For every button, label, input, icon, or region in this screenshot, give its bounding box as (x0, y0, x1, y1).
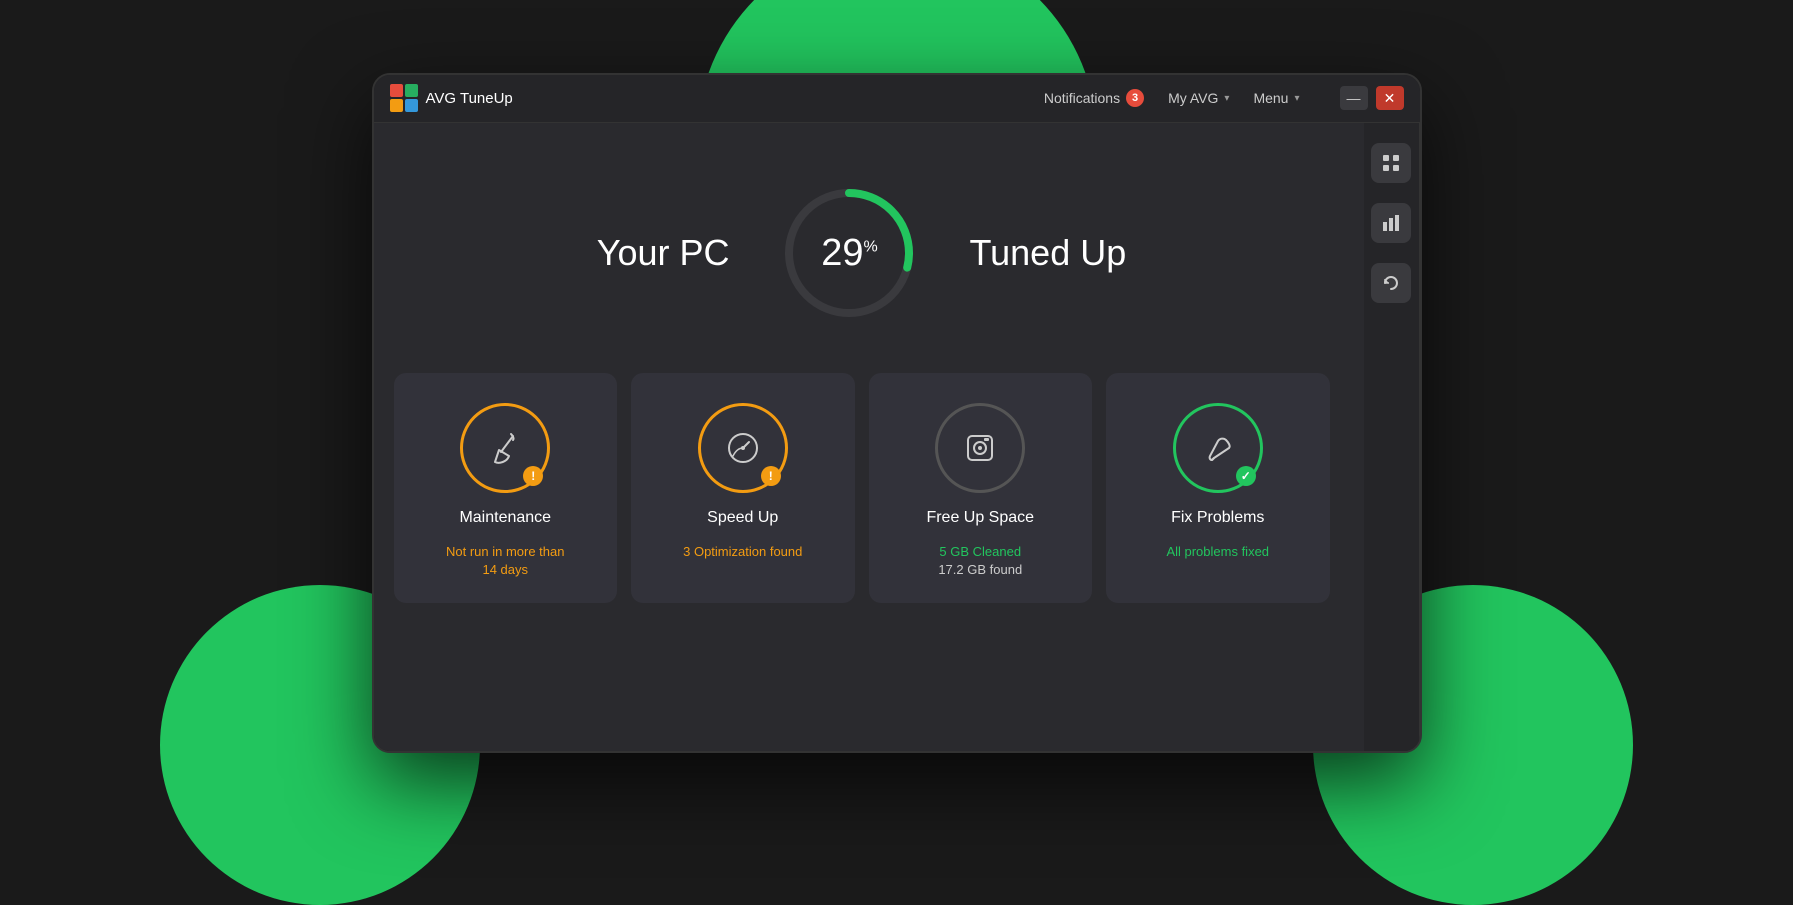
avg-logo-icon (390, 84, 418, 112)
menu-chevron: ▾ (1294, 93, 1299, 104)
window-controls: — ✕ (1340, 86, 1404, 110)
speedometer-icon (723, 428, 763, 468)
hero-left-text: Your PC (597, 232, 730, 274)
free-space-title: Free Up Space (926, 509, 1034, 527)
sidebar-refresh-button[interactable] (1371, 263, 1411, 303)
gauge-percent-value: 29% (821, 234, 878, 272)
my-avg-label: My AVG (1168, 90, 1218, 106)
notifications-button[interactable]: Notifications 3 (1044, 89, 1144, 107)
free-space-icon-circle (935, 403, 1025, 493)
fix-problems-success-dot: ✓ (1236, 466, 1256, 486)
gauge-inner: 29% (769, 173, 929, 333)
logo-quadrant-1 (390, 84, 403, 97)
speed-up-card[interactable]: ! Speed Up 3 Optimization found (631, 373, 855, 603)
gauge-suffix: % (864, 238, 878, 255)
sidebar-grid-button[interactable] (1371, 143, 1411, 183)
maintenance-sub1: Not run in more than (446, 544, 565, 559)
app-name: AVG TuneUp (426, 90, 513, 107)
my-avg-button[interactable]: My AVG ▾ (1168, 90, 1229, 106)
logo-quadrant-2 (405, 84, 418, 97)
grid-icon (1382, 154, 1400, 172)
broom-icon (485, 428, 525, 468)
maintenance-warning-dot: ! (523, 466, 543, 486)
maintenance-icon-circle: ! (460, 403, 550, 493)
notifications-label: Notifications (1044, 90, 1120, 106)
my-avg-chevron: ▾ (1224, 93, 1229, 104)
speed-up-icon-circle: ! (698, 403, 788, 493)
maintenance-status: Not run in more than 14 days (446, 543, 565, 579)
menu-label: Menu (1253, 90, 1288, 106)
maintenance-sub2: 14 days (482, 562, 528, 577)
menu-button[interactable]: Menu ▾ (1253, 90, 1299, 106)
maintenance-card[interactable]: ! Maintenance Not run in more than 14 da… (394, 373, 618, 603)
minimize-button[interactable]: — (1340, 86, 1368, 110)
speed-up-title: Speed Up (707, 509, 778, 527)
free-space-sub1: 5 GB Cleaned (938, 543, 1022, 561)
free-space-sub2: 17.2 GB found (938, 561, 1022, 579)
disk-icon (960, 428, 1000, 468)
speed-up-warning-dot: ! (761, 466, 781, 486)
maintenance-title: Maintenance (459, 509, 551, 527)
notifications-badge: 3 (1126, 89, 1144, 107)
logo-quadrant-4 (405, 99, 418, 112)
fix-problems-card[interactable]: ✓ Fix Problems All problems fixed (1106, 373, 1330, 603)
speed-up-sub1: 3 Optimization found (683, 544, 802, 559)
close-button[interactable]: ✕ (1376, 86, 1404, 110)
right-sidebar (1364, 123, 1420, 751)
bar-chart-icon (1382, 214, 1400, 232)
speed-up-status: 3 Optimization found (683, 543, 802, 561)
hero-section: Your PC 29% Tuned Up (374, 123, 1350, 373)
wrench-icon (1198, 428, 1238, 468)
free-up-space-card[interactable]: Free Up Space 5 GB Cleaned 17.2 GB found (869, 373, 1093, 603)
logo-quadrant-3 (390, 99, 403, 112)
hero-right-text: Tuned Up (969, 232, 1126, 274)
central-area: Your PC 29% Tuned Up (374, 123, 1420, 751)
laptop-shell: AVG TuneUp Notifications 3 My AVG ▾ Menu… (372, 73, 1422, 753)
fix-problems-title: Fix Problems (1171, 509, 1264, 527)
titlebar-right: Notifications 3 My AVG ▾ Menu ▾ — ✕ (1044, 86, 1404, 110)
main-content: Your PC 29% Tuned Up (374, 123, 1420, 751)
app-logo: AVG TuneUp (390, 84, 513, 112)
fix-problems-icon-circle: ✓ (1173, 403, 1263, 493)
fix-problems-status: All problems fixed (1166, 543, 1269, 561)
tuneup-gauge: 29% (769, 173, 929, 333)
cards-row: ! Maintenance Not run in more than 14 da… (374, 373, 1350, 603)
sidebar-barchart-button[interactable] (1371, 203, 1411, 243)
gauge-number: 29 (821, 232, 863, 274)
titlebar: AVG TuneUp Notifications 3 My AVG ▾ Menu… (374, 75, 1420, 123)
refresh-icon (1382, 274, 1400, 292)
free-space-status: 5 GB Cleaned 17.2 GB found (938, 543, 1022, 579)
